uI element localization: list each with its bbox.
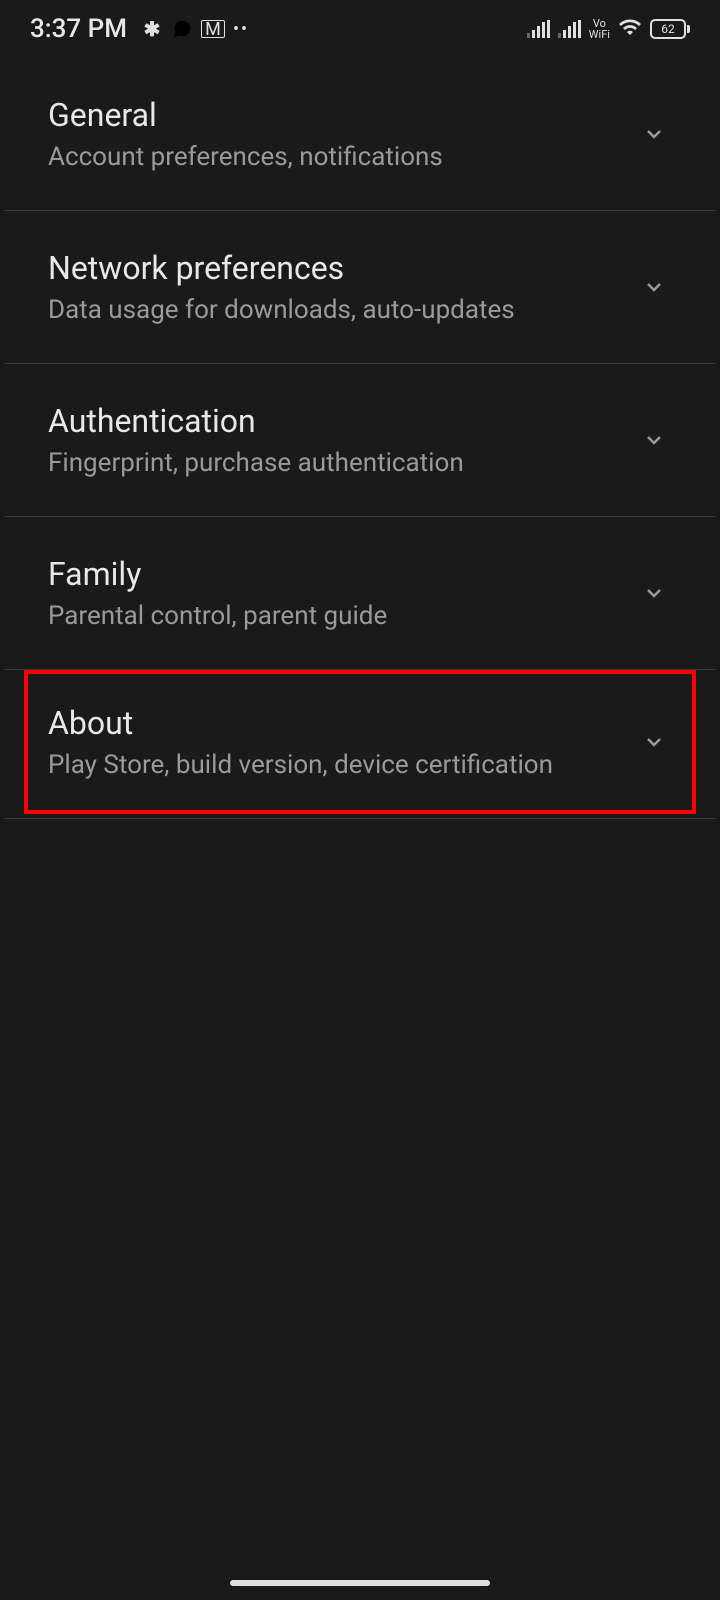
settings-item-authentication[interactable]: Authentication Fingerprint, purchase aut… bbox=[4, 364, 716, 517]
settings-item-title: Authentication bbox=[48, 402, 640, 440]
whatsapp-icon bbox=[171, 18, 193, 40]
status-bar: 3:37 PM ✱ M •• Vo WiFi bbox=[0, 0, 720, 58]
settings-item-family[interactable]: Family Parental control, parent guide bbox=[4, 517, 716, 670]
settings-text: Network preferences Data usage for downl… bbox=[48, 249, 640, 325]
chevron-down-icon bbox=[640, 426, 668, 454]
settings-item-network[interactable]: Network preferences Data usage for downl… bbox=[4, 211, 716, 364]
slack-icon: ✱ bbox=[141, 18, 163, 40]
chevron-down-icon bbox=[640, 579, 668, 607]
settings-item-subtitle: Data usage for downloads, auto-updates bbox=[48, 295, 640, 325]
battery-icon: 62 bbox=[650, 19, 690, 39]
settings-text: About Play Store, build version, device … bbox=[48, 704, 640, 780]
signal-icon-1 bbox=[527, 20, 550, 38]
battery-level: 62 bbox=[661, 22, 675, 36]
settings-text: Authentication Fingerprint, purchase aut… bbox=[48, 402, 640, 478]
vowifi-line2: WiFi bbox=[589, 29, 610, 40]
chevron-down-icon bbox=[640, 120, 668, 148]
status-bar-left: 3:37 PM ✱ M •• bbox=[30, 14, 249, 44]
home-indicator[interactable] bbox=[230, 1580, 490, 1586]
settings-item-title: Family bbox=[48, 555, 640, 593]
status-bar-right: Vo WiFi 62 bbox=[527, 15, 690, 43]
status-time: 3:37 PM bbox=[30, 14, 127, 44]
settings-text: Family Parental control, parent guide bbox=[48, 555, 640, 631]
settings-list: General Account preferences, notificatio… bbox=[0, 58, 720, 819]
settings-item-general[interactable]: General Account preferences, notificatio… bbox=[4, 58, 716, 211]
wifi-icon bbox=[618, 15, 642, 43]
settings-text: General Account preferences, notificatio… bbox=[48, 96, 640, 172]
settings-item-title: About bbox=[48, 704, 640, 742]
chevron-down-icon bbox=[640, 728, 668, 756]
settings-item-title: Network preferences bbox=[48, 249, 640, 287]
vowifi-icon: Vo WiFi bbox=[589, 18, 610, 40]
more-notifications-icon: •• bbox=[233, 19, 249, 40]
settings-item-title: General bbox=[48, 96, 640, 134]
settings-item-subtitle: Fingerprint, purchase authentication bbox=[48, 448, 640, 478]
settings-item-subtitle: Play Store, build version, device certif… bbox=[48, 750, 640, 780]
notification-icons: ✱ M •• bbox=[141, 18, 249, 40]
gmail-icon: M bbox=[201, 20, 225, 38]
signal-icon-2 bbox=[558, 20, 581, 38]
settings-item-subtitle: Account preferences, notifications bbox=[48, 142, 640, 172]
settings-item-subtitle: Parental control, parent guide bbox=[48, 601, 640, 631]
settings-item-about[interactable]: About Play Store, build version, device … bbox=[24, 670, 696, 814]
chevron-down-icon bbox=[640, 273, 668, 301]
